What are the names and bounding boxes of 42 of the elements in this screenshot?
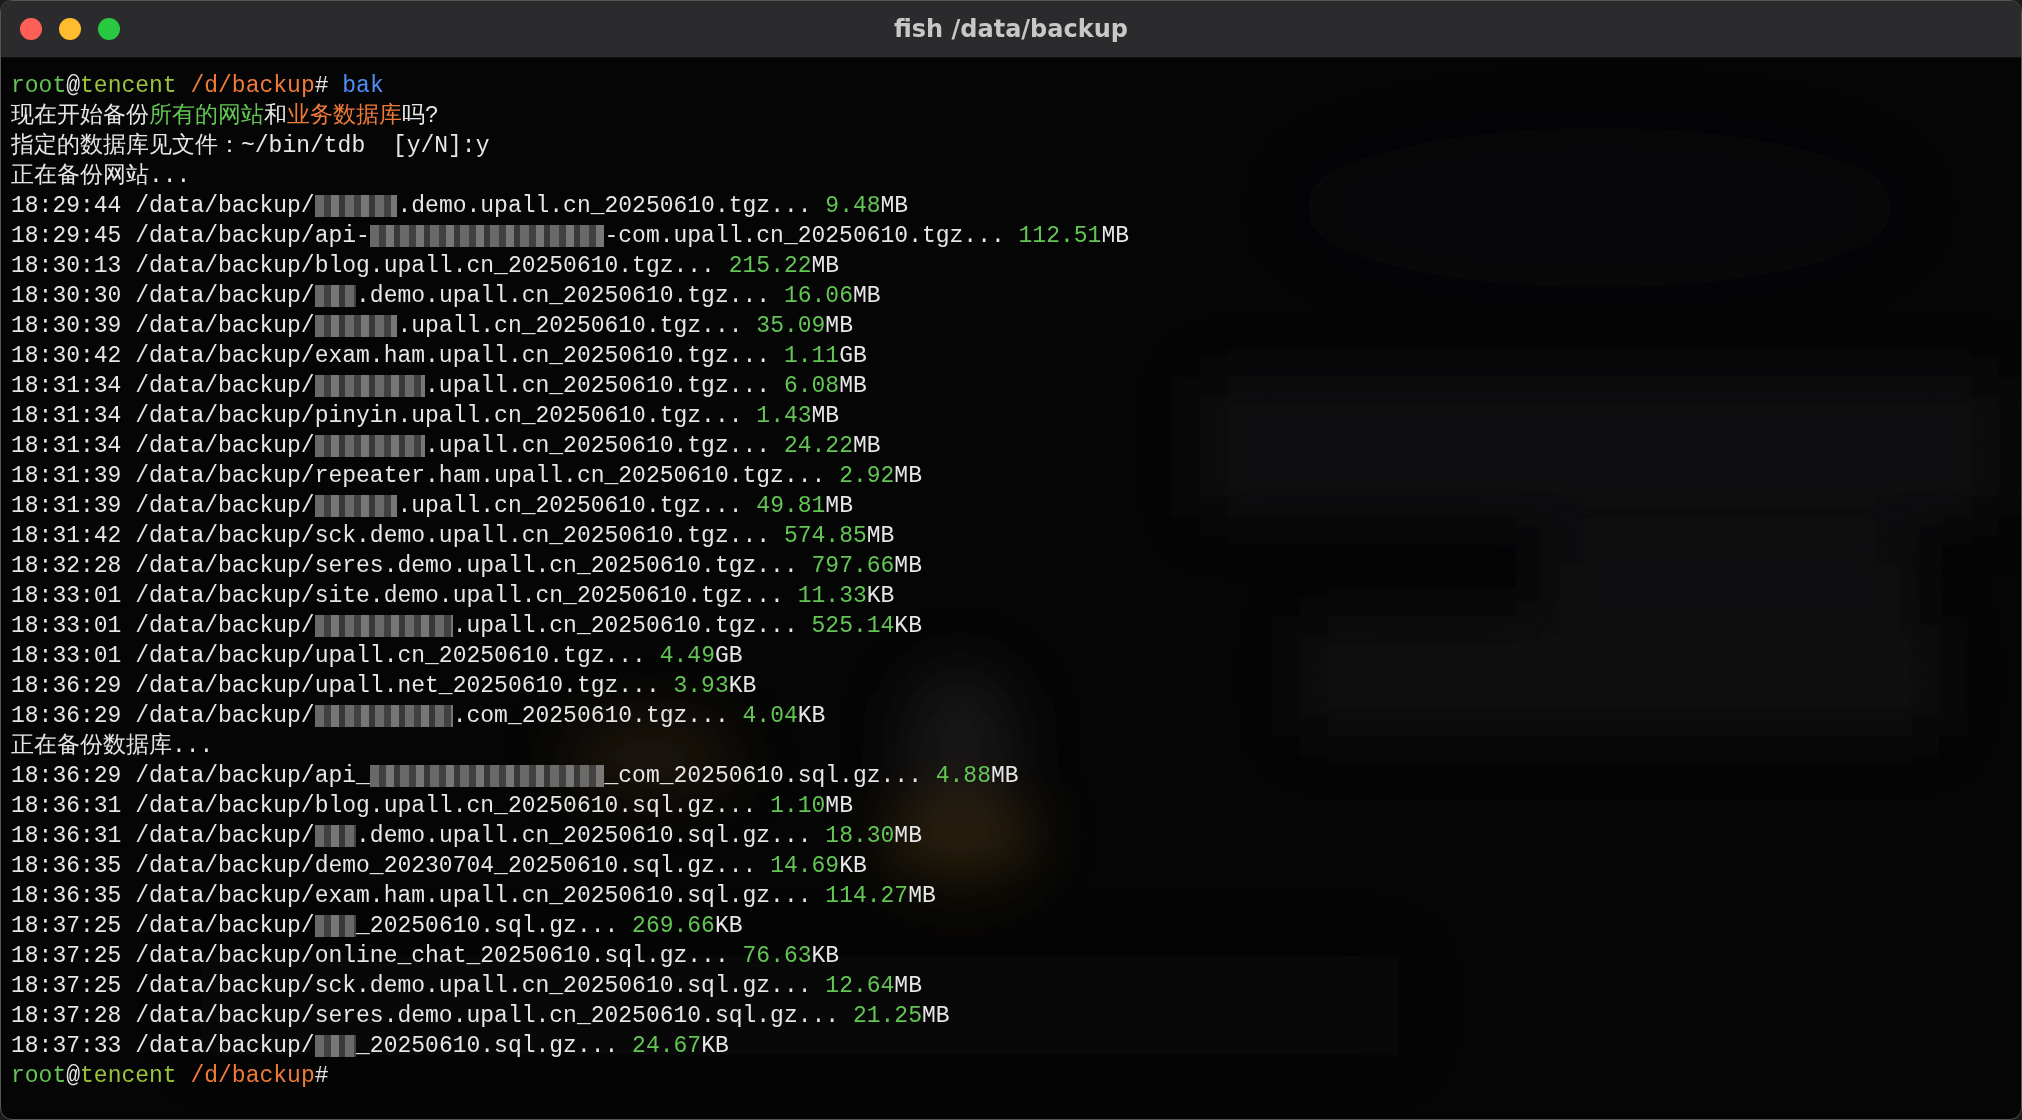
pixelated-block [314, 1035, 357, 1057]
terminal-line: 正在备份网站... [11, 162, 192, 191]
terminal-line: 18:37:28 /data/backup/seres.demo.upall.cn_20250610.sql.gz... 21.25MB [11, 1002, 951, 1031]
terminal-line: 18:37:25 /data/backup/sck.demo.upall.cn_20250610.sql.gz... 12.64MB [11, 972, 923, 1001]
terminal-line: root@tencent /d/backup# [11, 1062, 330, 1091]
terminal-line: root@tencent /d/backup# bak [11, 72, 385, 101]
window-title: fish /data/backup [894, 15, 1128, 43]
terminal-line: 18:33:01 /data/backup/ .upall.cn_20250610.tgz... 525.14KB [11, 612, 923, 641]
terminal-line: 18:30:30 /data/backup/ .demo.upall.cn_20250610.tgz... 16.06MB [11, 282, 882, 311]
minimize-button[interactable] [59, 18, 81, 40]
zoom-button[interactable] [98, 18, 120, 40]
terminal-line: 18:33:01 /data/backup/upall.cn_20250610.tgz... 4.49GB [11, 642, 744, 671]
terminal-line: 18:29:44 /data/backup/ .demo.upall.cn_20250610.tgz... 9.48MB [11, 192, 910, 221]
terminal-line: 18:33:01 /data/backup/site.demo.upall.cn_20250610.tgz... 11.33KB [11, 582, 896, 611]
pixelated-block [314, 825, 357, 847]
terminal-line: 18:30:42 /data/backup/exam.ham.upall.cn_20250610.tgz... 1.11GB [11, 342, 868, 371]
terminal-line: 指定的数据库见文件：~/bin/tdb [y/N]:y [11, 131, 491, 161]
pixelated-block [314, 285, 357, 307]
terminal-line: 18:31:42 /data/backup/sck.demo.upall.cn_20250610.tgz... 574.85MB [11, 522, 896, 551]
terminal-line: 18:30:39 /data/backup/ .upall.cn_20250610.tgz... 35.09MB [11, 312, 854, 341]
terminal-line: 18:36:35 /data/backup/exam.ham.upall.cn_20250610.sql.gz... 114.27MB [11, 882, 937, 911]
terminal-line: 18:31:34 /data/backup/ .upall.cn_20250610.tgz... 24.22MB [11, 432, 882, 461]
terminal-line: 18:37:25 /data/backup/online_chat_20250610.sql.gz... 76.63KB [11, 942, 841, 971]
terminal-line: 18:31:34 /data/backup/pinyin.upall.cn_20250610.tgz... 1.43MB [11, 402, 841, 431]
terminal-line: 18:36:29 /data/backup/api_ _com_20250610.sql.gz... 4.88MB [11, 762, 1020, 791]
terminal-line: 18:36:31 /data/backup/ .demo.upall.cn_20250610.sql.gz... 18.30MB [11, 822, 923, 851]
terminal-line: 18:31:34 /data/backup/ .upall.cn_20250610.tgz... 6.08MB [11, 372, 868, 401]
terminal-line: 18:31:39 /data/backup/ .upall.cn_20250610.tgz... 49.81MB [11, 492, 854, 521]
terminal-line: 18:36:29 /data/backup/upall.net_20250610.tgz... 3.93KB [11, 672, 758, 701]
terminal-line: 18:32:28 /data/backup/seres.demo.upall.cn_20250610.tgz... 797.66MB [11, 552, 923, 581]
close-button[interactable] [20, 18, 42, 40]
terminal-line: 18:37:25 /data/backup/ _20250610.sql.gz... 269.66KB [11, 912, 744, 941]
terminal-line: 18:30:13 /data/backup/blog.upall.cn_20250610.tgz... 215.22MB [11, 252, 841, 281]
terminal-line: 18:36:31 /data/backup/blog.upall.cn_20250610.sql.gz... 1.10MB [11, 792, 854, 821]
terminal-line: 18:36:35 /data/backup/demo_20230704_20250610.sql.gz... 14.69KB [11, 852, 868, 881]
terminal-line: 现在开始备份所有的网站和业务数据库吗? [11, 101, 440, 131]
pixelated-block [314, 915, 357, 937]
terminal-line: 18:31:39 /data/backup/repeater.ham.upall.cn_20250610.tgz... 2.92MB [11, 462, 923, 491]
terminal-line: 18:36:29 /data/backup/ .com_20250610.tgz... 4.04KB [11, 702, 827, 731]
terminal-line: 18:29:45 /data/backup/api- -com.upall.cn_20250610.tgz... 112.51MB [11, 222, 1130, 251]
terminal-line: 18:37:33 /data/backup/ _20250610.sql.gz... 24.67KB [11, 1032, 730, 1061]
terminal-line: 正在备份数据库... [11, 731, 215, 761]
